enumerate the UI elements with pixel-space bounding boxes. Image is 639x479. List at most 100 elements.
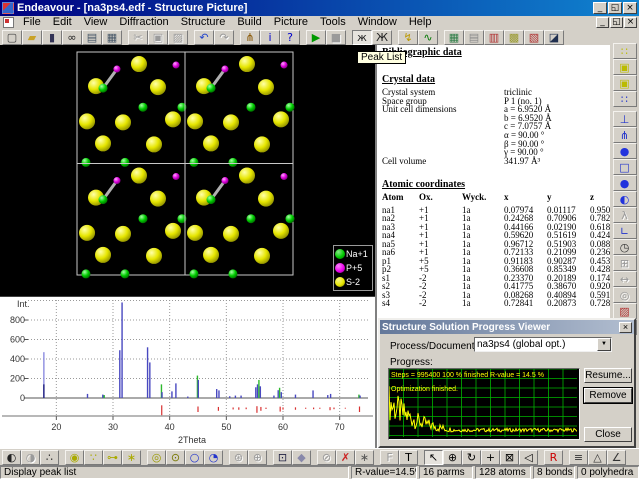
undo-button[interactable]: ↶: [194, 30, 214, 45]
ring-blue-button[interactable]: ○: [185, 450, 204, 465]
add-atom-button[interactable]: ◉: [65, 450, 84, 465]
open-folder-button[interactable]: ▰: [22, 30, 42, 45]
dialog-close-button[interactable]: ×: [619, 322, 632, 333]
translate-blue-button[interactable]: ∷: [613, 91, 637, 107]
view-mixed-button[interactable]: ▧: [524, 30, 544, 45]
histogram-view-button[interactable]: ≡: [569, 450, 588, 465]
menu-window[interactable]: Window: [352, 16, 403, 29]
atom-star-button[interactable]: ∗: [122, 450, 141, 465]
run-quick-solution-button[interactable]: Ж: [372, 30, 392, 45]
run-structure-solution-button[interactable]: ж: [352, 30, 372, 45]
undo-icon: ↶: [199, 32, 208, 43]
close-button[interactable]: ×: [623, 2, 637, 14]
triangle-view-icon: △: [593, 452, 601, 463]
translate-icon: +: [486, 452, 495, 463]
show-cell-edges-button[interactable]: □: [613, 159, 637, 175]
show-bonds-icon: ⋔: [620, 130, 629, 141]
process-document-value: na3ps4 (global opt.): [475, 339, 597, 350]
restore-button[interactable]: ◱: [608, 2, 622, 14]
structure-picture-view[interactable]: Na+1P+5S-2: [0, 45, 375, 296]
space-filling-button[interactable]: ●: [613, 175, 637, 191]
combobox-dropdown-icon[interactable]: ▼: [597, 338, 611, 351]
progress-chart-button[interactable]: ∿: [418, 30, 438, 45]
atom-bond-button[interactable]: ⊶: [103, 450, 122, 465]
view-text-button[interactable]: ▤: [464, 30, 484, 45]
atom-cluster-button[interactable]: ∵: [84, 450, 103, 465]
translate-button[interactable]: +: [481, 450, 500, 465]
process-document-combobox[interactable]: na3ps4 (global opt.) ▼: [474, 337, 612, 352]
close-button[interactable]: ×: [624, 17, 637, 28]
diamond-view-button[interactable]: ◆: [292, 450, 311, 465]
crystal-data-row: α = 90.00 °: [382, 131, 610, 140]
tools-wrench-button[interactable]: ⋔: [240, 30, 260, 45]
picture-export-button[interactable]: ▨: [613, 303, 637, 319]
menu-edit[interactable]: Edit: [47, 16, 78, 29]
lightning-optimize-button[interactable]: ↯: [398, 30, 418, 45]
new-document-icon: ▢: [7, 32, 17, 43]
context-help-button[interactable]: ?: [280, 30, 300, 45]
rotate-button[interactable]: ↻: [462, 450, 481, 465]
save-button[interactable]: ▮: [42, 30, 62, 45]
scale-button[interactable]: ⊠: [500, 450, 519, 465]
info-button[interactable]: i: [260, 30, 280, 45]
select-arrow-button[interactable]: ↖: [424, 450, 443, 465]
find-binoculars-button[interactable]: ∞: [62, 30, 82, 45]
svg-text:2Theta: 2Theta: [178, 435, 206, 445]
atom-chain-button[interactable]: ∴: [40, 450, 59, 465]
pan-all-button[interactable]: ⊕: [443, 450, 462, 465]
crystal-structure-canvas[interactable]: [0, 45, 375, 296]
remove-button[interactable]: Remove: [584, 388, 632, 403]
ring-partial-button[interactable]: ◔: [204, 450, 223, 465]
orientation-clock-button[interactable]: ◷: [613, 239, 637, 255]
view-data-sheet-button[interactable]: ▦: [444, 30, 464, 45]
text-label-button[interactable]: T: [399, 450, 418, 465]
dialog-title-bar[interactable]: Structure Solution Progress Viewer ×: [380, 320, 634, 334]
fill-cell-button[interactable]: ▣: [613, 59, 637, 75]
paste-icon: ▨: [173, 32, 183, 43]
new-document-button[interactable]: ▢: [2, 30, 22, 45]
view-powder-grid-button[interactable]: ▥: [484, 30, 504, 45]
resume-button[interactable]: Resume...: [584, 368, 632, 383]
r-value-tool-button[interactable]: R: [544, 450, 563, 465]
print-preview-button[interactable]: ▤: [82, 30, 102, 45]
menu-build[interactable]: Build: [231, 16, 267, 29]
view-picture-button[interactable]: ▩: [504, 30, 524, 45]
menu-structure[interactable]: Structure: [175, 16, 232, 29]
view-dark-button[interactable]: ◪: [544, 30, 564, 45]
menu-tools[interactable]: Tools: [314, 16, 352, 29]
delete-atom-button[interactable]: ✗: [336, 450, 355, 465]
menu-picture[interactable]: Picture: [268, 16, 314, 29]
powder-pattern-view[interactable]: 0200400600800203040506070Int.2Theta: [0, 296, 375, 448]
orientation-clock-icon: ◷: [620, 242, 630, 253]
document-icon[interactable]: [3, 17, 14, 28]
unit-cell-box-button[interactable]: ⊡: [273, 450, 292, 465]
show-polyhedra-button[interactable]: ●: [613, 143, 637, 159]
translate-atoms-button[interactable]: ∷: [613, 43, 637, 59]
half-sphere-button[interactable]: ◐: [613, 191, 637, 207]
triangle-view-button[interactable]: △: [588, 450, 607, 465]
atom-pair-bw-button[interactable]: ◐: [2, 450, 21, 465]
minimize-button[interactable]: _: [593, 2, 607, 14]
skew-icon: ◁: [524, 452, 532, 463]
menu-file[interactable]: File: [17, 16, 47, 29]
atom-off-icon: ⊘: [322, 452, 331, 463]
fill-cell-2-button[interactable]: ▣: [613, 75, 637, 91]
restore-button[interactable]: ◱: [610, 17, 623, 28]
bond-angle-button[interactable]: ∟: [613, 223, 637, 239]
tripod-axes-icon: ⊥: [620, 114, 630, 125]
ring-yellow-button[interactable]: ◎: [147, 450, 166, 465]
crystal-data-row: c = 7.0757 Å: [382, 122, 610, 131]
show-bonds-button[interactable]: ⋔: [613, 127, 637, 143]
run-play-button[interactable]: ▶: [306, 30, 326, 45]
angle-view-button[interactable]: ∠: [607, 450, 626, 465]
menu-diffraction[interactable]: Diffraction: [113, 16, 174, 29]
atom-dark-button[interactable]: ∗: [355, 450, 374, 465]
menu-view[interactable]: View: [78, 16, 114, 29]
dot-atom-button[interactable]: ⊙: [166, 450, 185, 465]
tripod-axes-button[interactable]: ⊥: [613, 111, 637, 127]
minimize-button[interactable]: _: [596, 17, 609, 28]
menu-help[interactable]: Help: [403, 16, 438, 29]
close-button[interactable]: Close: [584, 427, 632, 442]
skew-button[interactable]: ◁: [519, 450, 538, 465]
print-button[interactable]: ▦: [102, 30, 122, 45]
